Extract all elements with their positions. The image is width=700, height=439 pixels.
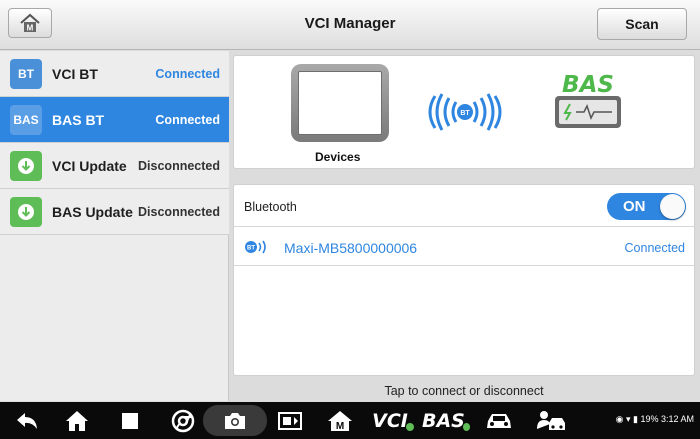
back-button[interactable] (12, 407, 42, 434)
bas-shortcut-button[interactable]: BAS (422, 407, 470, 434)
vci-shortcut-label: VCI (372, 409, 408, 432)
recent-apps-button[interactable] (117, 407, 143, 434)
system-status-area: ◉ ▾ ▮ 19% 3:12 AM (616, 414, 694, 425)
download-icon (10, 151, 42, 181)
svg-text:BT: BT (247, 246, 255, 252)
system-taskbar: M VCI BAS ◉ ▾ ▮ 19% 3:12 AM (0, 402, 700, 439)
device-status: Connected (624, 241, 685, 255)
page-title: VCI Manager (304, 15, 396, 32)
bas-icon: BAS (10, 105, 42, 135)
status-text: Disconnected (138, 205, 220, 219)
status-text: Connected (155, 67, 220, 81)
bas-device-icon: BAS (555, 72, 621, 128)
tablet-device-image (291, 64, 389, 142)
device-row[interactable]: BT Maxi-MB5800000006 Connected (234, 228, 694, 266)
toggle-knob (660, 194, 685, 219)
toggle-label: ON (623, 198, 646, 215)
home-icon (66, 410, 88, 431)
devices-label: Devices (315, 150, 361, 164)
hint-text: Tap to connect or disconnect (384, 384, 544, 398)
sidebar-item-bas-update[interactable]: BAS Update Disconnected (0, 189, 229, 235)
sidebar-item-vci-update[interactable]: VCI Update Disconnected (0, 143, 229, 189)
screenshot-button[interactable] (203, 405, 267, 436)
vci-status-dot (405, 422, 414, 431)
autel-home-button[interactable]: M (325, 407, 355, 434)
bt-icon: BT (10, 59, 42, 89)
back-icon (17, 412, 37, 429)
camera-icon (225, 413, 245, 429)
download-icon (10, 197, 42, 227)
bas-status-dot (462, 422, 470, 431)
screen-capture-icon (278, 411, 302, 430)
home-nav-button[interactable] (62, 407, 92, 434)
car-service-icon (537, 410, 565, 430)
bas-logo-text: BAS (562, 72, 614, 98)
status-text: Disconnected (138, 159, 220, 173)
screen-record-button[interactable] (275, 407, 305, 434)
bt-text: BT (460, 110, 470, 117)
browser-button[interactable] (168, 407, 198, 434)
bas-shortcut-label: BAS (422, 409, 465, 432)
home-m-icon: M (328, 410, 352, 432)
bluetooth-label: Bluetooth (244, 200, 297, 214)
bluetooth-signal-icon: BT (428, 93, 502, 131)
app-header: M VCI Manager Scan (0, 0, 700, 50)
svg-text:M: M (336, 421, 344, 432)
car-icon (487, 413, 511, 428)
vehicle-button[interactable] (482, 407, 516, 434)
status-icons: ◉ ▾ ▮ (615, 414, 641, 424)
sidebar-item-label: BAS Update (52, 204, 133, 220)
bluetooth-toggle[interactable]: ON (607, 193, 686, 220)
support-button[interactable] (534, 407, 568, 434)
sidebar-item-vci-bt[interactable]: BT VCI BT Connected (0, 51, 229, 97)
sidebar: BT VCI BT Connected BAS BAS BT Connected… (0, 51, 229, 401)
bluetooth-device-icon: BT (245, 240, 266, 254)
recent-apps-icon (122, 412, 138, 429)
sidebar-item-label: VCI BT (52, 66, 98, 82)
sidebar-item-label: VCI Update (52, 158, 127, 174)
sidebar-item-label: BAS BT (52, 112, 105, 128)
status-text: Connected (155, 113, 220, 127)
device-name: Maxi-MB5800000006 (284, 240, 418, 256)
vci-shortcut-button[interactable]: VCI (372, 407, 414, 434)
chrome-icon (171, 409, 195, 432)
scan-button[interactable]: Scan (597, 8, 687, 40)
sidebar-item-bas-bt[interactable]: BAS BAS BT Connected (0, 97, 229, 143)
bluetooth-panel: Bluetooth ON BT Maxi-MB5800000006 Connec… (233, 184, 695, 376)
battery-time-text: 19% 3:12 AM (640, 414, 694, 424)
devices-panel: Devices BT BAS (233, 55, 695, 169)
bluetooth-row: Bluetooth ON (234, 185, 694, 227)
